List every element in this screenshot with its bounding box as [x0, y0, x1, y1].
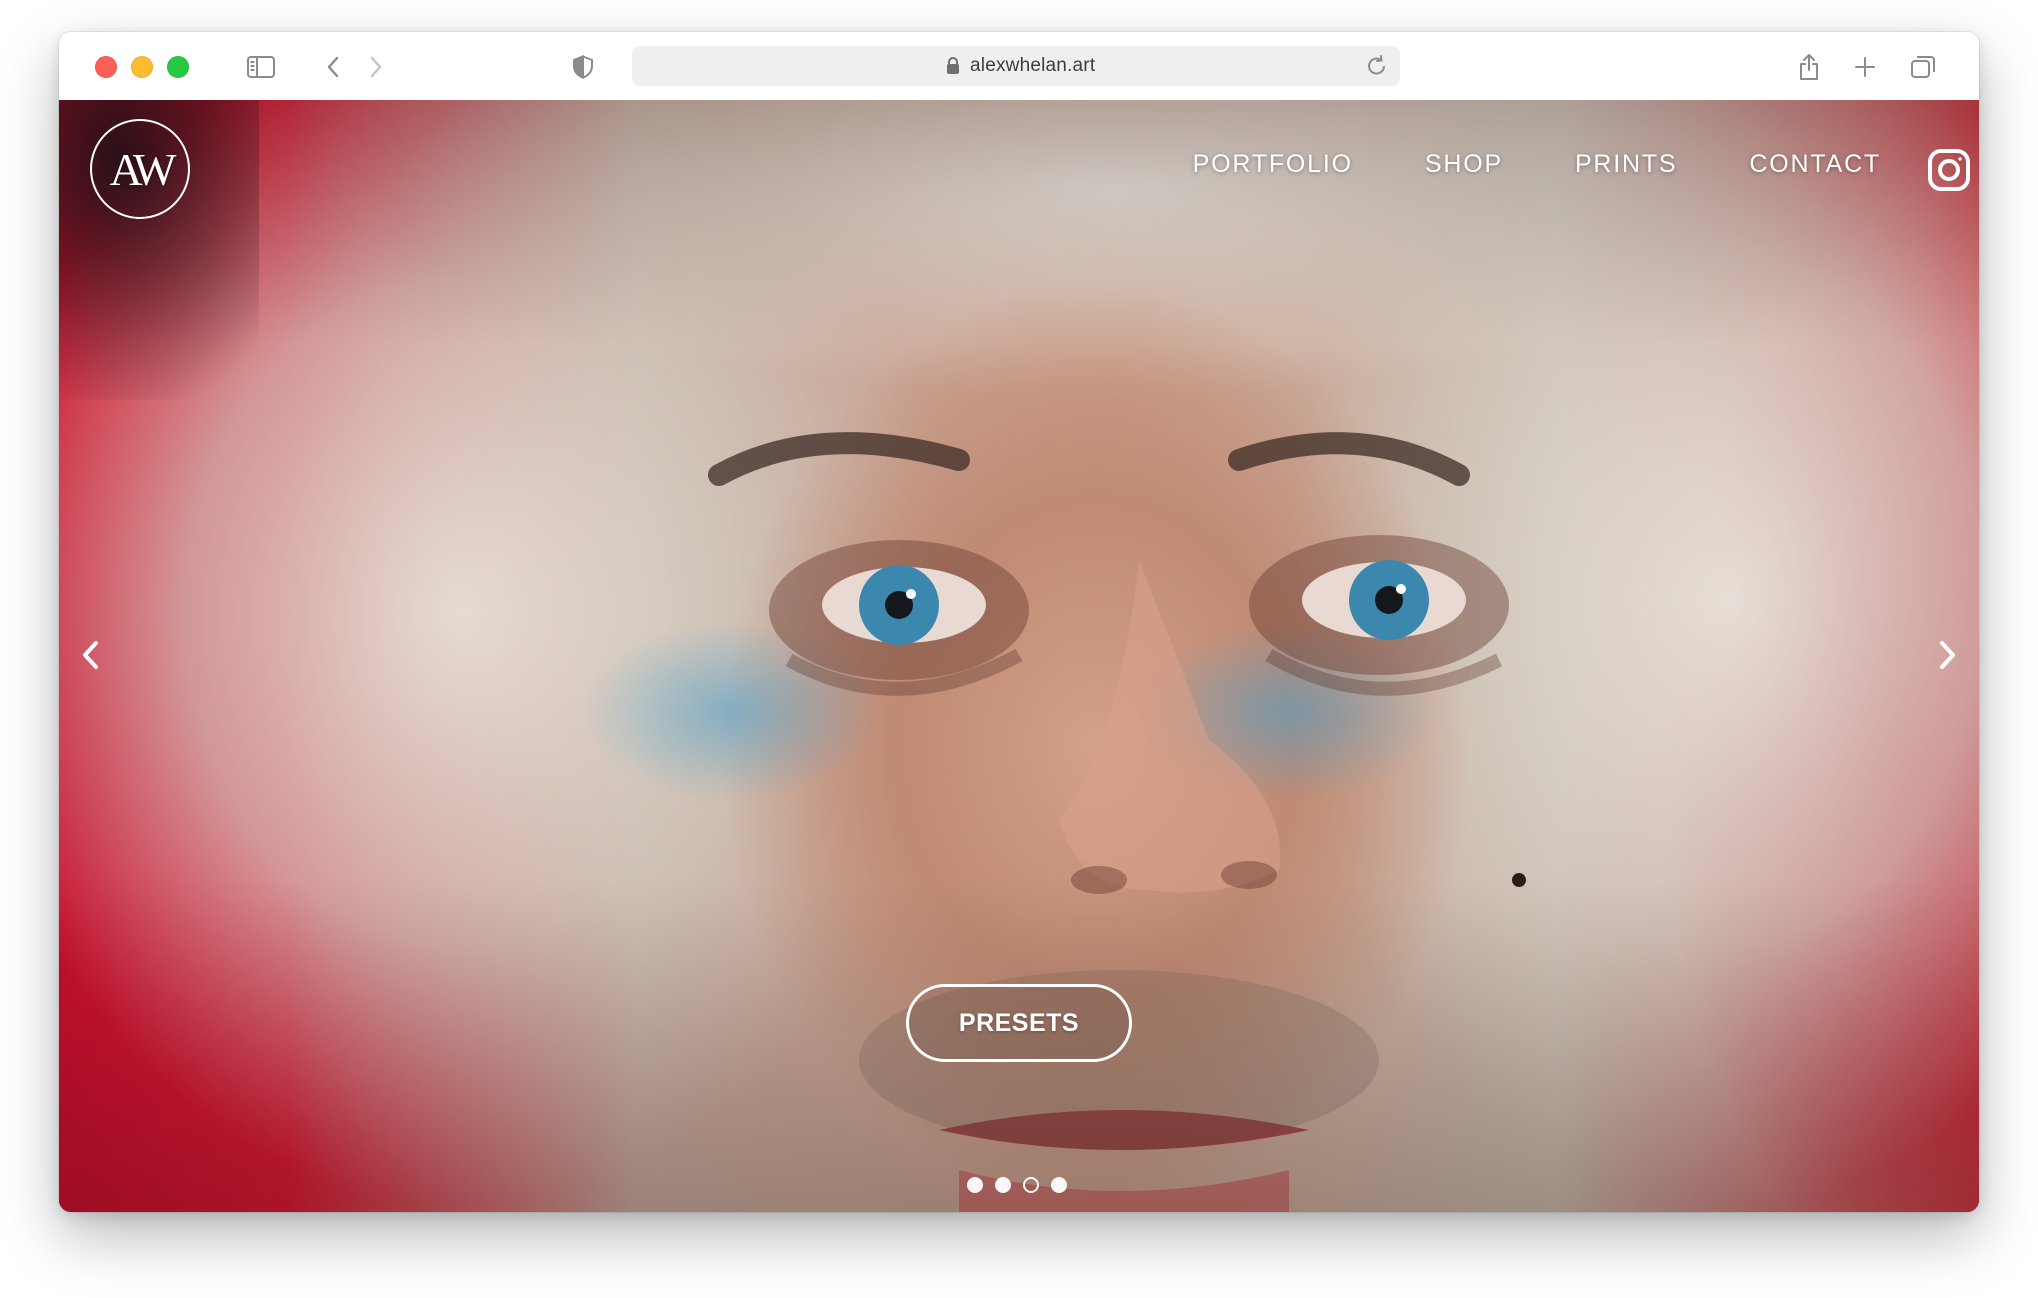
slide-dot-1[interactable]	[967, 1177, 983, 1193]
main-nav: PORTFOLIO SHOP PRINTS CONTACT	[1193, 150, 1881, 179]
new-tab-icon[interactable]	[1849, 52, 1881, 82]
tab-overview-icon[interactable]	[1907, 52, 1939, 82]
sidebar-toggle-icon[interactable]	[245, 52, 277, 82]
desktop-background: alexwhelan.art AW PORTFOLIO SHOP PRINTS …	[0, 0, 2038, 1298]
share-icon[interactable]	[1793, 52, 1825, 82]
slide-dot-4[interactable]	[1051, 1177, 1067, 1193]
address-bar[interactable]: alexwhelan.art	[632, 46, 1400, 86]
forward-icon[interactable]	[360, 52, 392, 82]
slide-indicators	[967, 1177, 1067, 1193]
nav-shop[interactable]: SHOP	[1425, 150, 1503, 179]
slide-dot-2[interactable]	[995, 1177, 1011, 1193]
slide-dot-3[interactable]	[1023, 1177, 1039, 1193]
site-logo[interactable]: AW	[90, 119, 190, 219]
browser-toolbar: alexwhelan.art	[59, 32, 1979, 101]
chevron-left-icon[interactable]	[71, 635, 111, 675]
close-button[interactable]	[95, 56, 117, 78]
back-icon[interactable]	[317, 52, 349, 82]
instagram-icon[interactable]	[1927, 148, 1971, 192]
zoom-button[interactable]	[167, 56, 189, 78]
chevron-right-icon[interactable]	[1927, 635, 1967, 675]
privacy-shield-icon[interactable]	[567, 52, 599, 82]
minimize-button[interactable]	[131, 56, 153, 78]
nav-portfolio[interactable]: PORTFOLIO	[1193, 150, 1353, 179]
lock-icon	[946, 57, 960, 80]
reload-icon[interactable]	[1366, 54, 1388, 83]
url-text: alexwhelan.art	[970, 55, 1096, 76]
browser-window: alexwhelan.art AW PORTFOLIO SHOP PRINTS …	[59, 32, 1979, 1212]
nav-prints[interactable]: PRINTS	[1575, 150, 1677, 179]
nav-contact[interactable]: CONTACT	[1749, 150, 1881, 179]
web-page: AW PORTFOLIO SHOP PRINTS CONTACT PRESETS	[59, 100, 1979, 1212]
presets-button[interactable]: PRESETS	[906, 984, 1132, 1062]
